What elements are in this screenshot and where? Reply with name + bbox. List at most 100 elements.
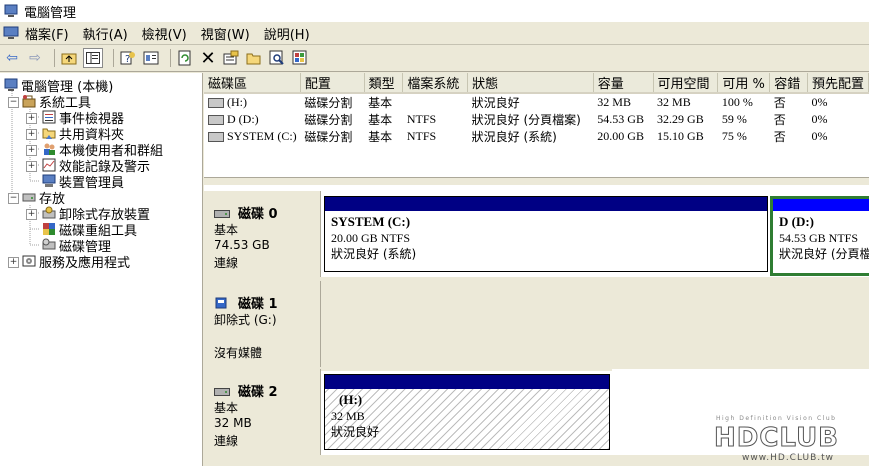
disk-size: 74.53 GB bbox=[214, 238, 270, 252]
table-cell: 狀況良好 (分頁檔案) bbox=[471, 113, 581, 127]
partition-bar bbox=[773, 199, 869, 211]
services-icon bbox=[22, 254, 36, 268]
defragmenter-icon bbox=[42, 222, 56, 236]
open-icon[interactable] bbox=[245, 49, 263, 67]
removable-storage-icon bbox=[42, 206, 56, 220]
up-folder-icon[interactable] bbox=[60, 49, 78, 67]
disk-status: 連線 bbox=[214, 256, 239, 270]
table-cell: NTFS bbox=[406, 112, 437, 126]
menu-window[interactable]: 視窗(W) bbox=[201, 24, 250, 43]
watermark-brand: HDCLUB bbox=[714, 423, 839, 453]
table-cell: 基本 bbox=[368, 96, 393, 110]
table-cell: 100 % bbox=[721, 95, 753, 109]
column-header-type[interactable]: 類型 bbox=[364, 73, 404, 94]
partition-d[interactable]: D (D:) 54.53 GB NTFS 狀況良好 (分頁檔 bbox=[770, 196, 869, 276]
disk-status: 連線 bbox=[214, 434, 239, 448]
partition-size: 32 MB bbox=[331, 409, 365, 423]
menu-bar: 檔案(F) 執行(A) 檢視(V) 視窗(W) 說明(H) bbox=[0, 22, 869, 45]
expand-toggle[interactable]: + bbox=[26, 113, 37, 124]
disk-name: 磁碟 0 bbox=[238, 207, 278, 222]
event-viewer-icon bbox=[42, 110, 56, 124]
back-icon[interactable]: ⇦ bbox=[3, 49, 21, 67]
no-media-area bbox=[321, 281, 869, 367]
table-cell: 32 MB bbox=[657, 95, 691, 109]
collapse-toggle[interactable]: − bbox=[8, 193, 19, 204]
hard-disk-icon bbox=[214, 208, 230, 218]
toolbar: ⇦ ⇨ ? ✕ bbox=[0, 45, 869, 72]
expand-toggle[interactable]: + bbox=[26, 161, 37, 172]
table-cell: 磁碟分割 bbox=[304, 96, 353, 110]
column-header-percent-free[interactable]: 可用 % bbox=[717, 73, 771, 94]
table-cell: D (D:) bbox=[204, 111, 300, 128]
console-tree[interactable]: 電腦管理 (本機) − 系統工具 + 事件檢視器 + 共用資料夾 + 本機使用者… bbox=[0, 73, 203, 466]
disk-row-0[interactable]: 磁碟 0 基本 74.53 GB 連線 SYSTEM (C:) 20.00 GB… bbox=[204, 191, 869, 281]
hard-volume-icon bbox=[208, 114, 224, 125]
volume-list-header: 磁碟區 配置 類型 檔案系統 狀態 容量 可用空間 可用 % 容錯 預先配置 bbox=[204, 73, 869, 94]
column-header-fault-tolerance[interactable]: 容錯 bbox=[769, 73, 809, 94]
volume-list[interactable]: 磁碟區 配置 類型 檔案系統 狀態 容量 可用空間 可用 % 容錯 預先配置 (… bbox=[204, 73, 869, 177]
table-row[interactable]: SYSTEM (C:) 磁碟分割 基本 NTFS 狀況良好 (系統) 20.00 GB 15… bbox=[204, 128, 869, 145]
removable-volume-icon bbox=[208, 97, 224, 108]
disk-label-2[interactable]: 磁碟 2 基本 32 MB 連線 bbox=[204, 369, 321, 455]
partition-system-c[interactable]: SYSTEM (C:) 20.00 GB NTFS 狀況良好 (系統) bbox=[324, 196, 768, 272]
expand-toggle[interactable]: + bbox=[26, 209, 37, 220]
table-cell: 基本 bbox=[368, 130, 393, 144]
tree-label: 裝置管理員 bbox=[59, 175, 125, 191]
column-header-filesystem[interactable]: 檔案系統 bbox=[402, 73, 469, 94]
table-row[interactable]: D (D:) 磁碟分割 基本 NTFS 狀況良好 (分頁檔案) 54.53 GB 32.29… bbox=[204, 111, 869, 128]
table-cell: 否 bbox=[773, 113, 786, 127]
volume-name: D (D:) bbox=[227, 112, 259, 126]
table-cell: 狀況良好 (系統) bbox=[471, 130, 557, 144]
disk-row-1[interactable]: 磁碟 1 卸除式 (G:) 沒有媒體 bbox=[204, 281, 869, 371]
properties-icon[interactable] bbox=[142, 49, 160, 67]
disk-label-1[interactable]: 磁碟 1 卸除式 (G:) 沒有媒體 bbox=[204, 281, 321, 367]
window-title: 電腦管理 bbox=[24, 5, 77, 21]
collapse-toggle[interactable]: − bbox=[8, 97, 19, 108]
toolbar-separator bbox=[54, 49, 55, 67]
removable-disk-icon bbox=[214, 296, 230, 310]
console-icon[interactable] bbox=[3, 26, 19, 40]
table-cell: 0% bbox=[811, 129, 828, 143]
column-header-overhead[interactable]: 預先配置 bbox=[807, 73, 869, 94]
table-cell: NTFS bbox=[406, 129, 437, 143]
column-header-capacity[interactable]: 容量 bbox=[593, 73, 654, 94]
table-cell: (H:) bbox=[204, 93, 300, 111]
partition-h[interactable]: (H:) 32 MB 狀況良好 bbox=[324, 374, 610, 450]
menu-file[interactable]: 檔案(F) bbox=[25, 24, 69, 43]
expand-toggle[interactable]: + bbox=[8, 257, 19, 268]
table-cell: 59 % bbox=[721, 112, 747, 126]
column-header-volume[interactable]: 磁碟區 bbox=[204, 73, 301, 94]
refresh-icon[interactable] bbox=[176, 49, 194, 67]
column-header-layout[interactable]: 配置 bbox=[300, 73, 365, 94]
help-icon[interactable]: ? bbox=[119, 49, 137, 67]
disk-type: 基本 bbox=[214, 223, 239, 237]
column-header-free-space[interactable]: 可用空間 bbox=[653, 73, 719, 94]
column-header-status[interactable]: 狀態 bbox=[467, 73, 594, 94]
tree-item-services-applications[interactable]: 服務及應用程式 bbox=[22, 253, 130, 271]
partition-bar bbox=[325, 197, 767, 211]
delete-icon[interactable]: ✕ bbox=[199, 48, 217, 69]
computer-icon bbox=[4, 78, 18, 92]
menu-help[interactable]: 說明(H) bbox=[264, 24, 310, 43]
shared-folder-icon bbox=[42, 126, 56, 140]
table-cell: 否 bbox=[773, 130, 786, 144]
disk-management-icon bbox=[42, 238, 56, 252]
disk-label-0[interactable]: 磁碟 0 基本 74.53 GB 連線 bbox=[204, 191, 321, 277]
menu-action[interactable]: 執行(A) bbox=[83, 24, 128, 43]
search-icon[interactable] bbox=[268, 49, 286, 67]
export-icon[interactable] bbox=[291, 49, 309, 67]
properties-sheet-icon[interactable] bbox=[222, 49, 240, 67]
expand-toggle[interactable]: + bbox=[26, 145, 37, 156]
hard-volume-icon bbox=[208, 131, 224, 142]
partition-size: 20.00 GB NTFS bbox=[331, 231, 411, 245]
volume-name: SYSTEM (C:) bbox=[227, 129, 297, 143]
disk-name: 磁碟 1 bbox=[238, 297, 278, 312]
table-row[interactable]: (H:) 磁碟分割 基本 狀況良好 32 MB 32 MB 100 % 否 0% bbox=[204, 93, 869, 111]
expand-toggle[interactable]: + bbox=[26, 129, 37, 140]
table-cell: SYSTEM (C:) bbox=[204, 128, 300, 145]
menu-view[interactable]: 檢視(V) bbox=[142, 24, 187, 43]
show-tree-icon[interactable] bbox=[83, 48, 103, 68]
users-icon bbox=[42, 142, 56, 156]
forward-icon[interactable]: ⇨ bbox=[26, 49, 44, 67]
partition-title: D (D:) bbox=[779, 214, 815, 229]
